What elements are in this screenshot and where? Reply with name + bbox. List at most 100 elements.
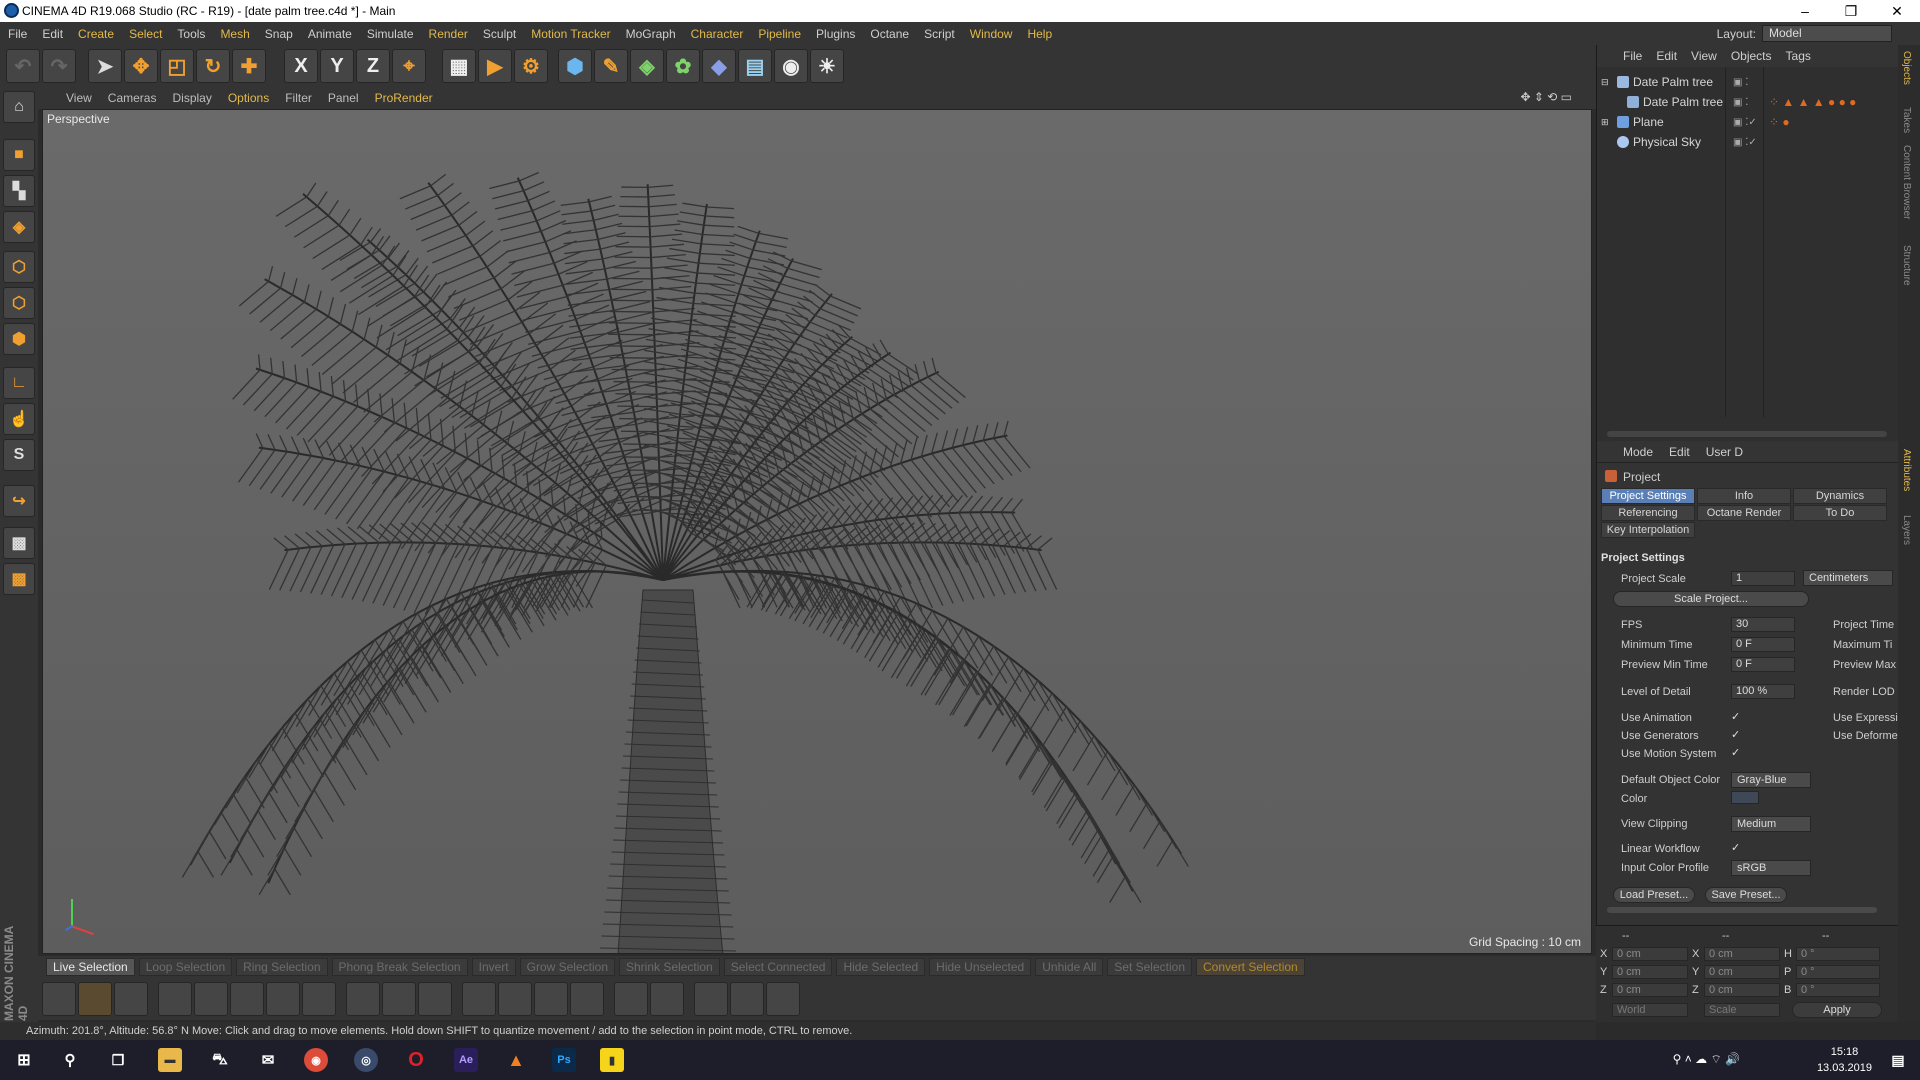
rotate-tool-icon[interactable]: ↻: [196, 49, 230, 83]
minimize-button[interactable]: –: [1782, 0, 1828, 22]
visibility-toggle-icon[interactable]: ▣ ⁚: [1733, 97, 1748, 108]
bevel-tool-icon[interactable]: [302, 982, 336, 1016]
tab-to-do[interactable]: To Do: [1793, 505, 1887, 521]
project-scale-unit-dropdown[interactable]: Centimeters: [1803, 570, 1893, 586]
viewport-menu-view[interactable]: View: [66, 91, 92, 105]
texture-mode-icon[interactable]: ▚: [3, 175, 35, 207]
invert-selection-button[interactable]: Invert: [471, 958, 516, 976]
close-hole-icon[interactable]: [418, 982, 452, 1016]
render-picture-viewer-icon[interactable]: ▶: [478, 49, 512, 83]
visibility-toggle-icon[interactable]: ▣ ⁚: [1733, 77, 1748, 88]
dock-tab-layers[interactable]: Layers: [1901, 515, 1912, 545]
visibility-toggle-icon[interactable]: ▣ ⁚✓: [1733, 137, 1757, 148]
opera-icon[interactable]: O: [404, 1048, 428, 1072]
dissolve-tool-icon[interactable]: [650, 982, 684, 1016]
move-tool-icon[interactable]: ✥: [124, 49, 158, 83]
quantize-icon[interactable]: ↪: [3, 485, 35, 517]
minimum-time-field[interactable]: 0 F: [1731, 637, 1795, 652]
objects-menu-edit[interactable]: Edit: [1656, 49, 1677, 63]
position-z-field[interactable]: 0 cm: [1612, 983, 1688, 997]
tab-dynamics[interactable]: Dynamics: [1793, 488, 1887, 504]
attr-menu-edit[interactable]: Edit: [1669, 445, 1690, 459]
render-view-icon[interactable]: ▦: [442, 49, 476, 83]
use-generators-checkbox[interactable]: ✓: [1731, 730, 1742, 741]
stitch-sew-icon[interactable]: [570, 982, 604, 1016]
menu-motion-tracker[interactable]: Motion Tracker: [531, 27, 610, 41]
tab-project-settings[interactable]: Project Settings: [1601, 488, 1695, 504]
z-axis-lock-button[interactable]: Z: [356, 49, 390, 83]
lock-workplane-icon[interactable]: ▩: [3, 527, 35, 559]
objects-menu-objects[interactable]: Objects: [1731, 49, 1772, 63]
rotation-p-field[interactable]: 0 °: [1796, 965, 1880, 979]
load-preset-button[interactable]: Load Preset...: [1613, 887, 1695, 903]
after-effects-icon[interactable]: Ae: [454, 1048, 478, 1072]
menu-script[interactable]: Script: [924, 27, 955, 41]
polygon-pen-icon[interactable]: [382, 982, 416, 1016]
default-object-color-dropdown[interactable]: Gray-Blue: [1731, 772, 1811, 788]
subdivision-generator-icon[interactable]: ◈: [630, 49, 664, 83]
size-x-field[interactable]: 0 cm: [1704, 947, 1780, 961]
expand-icon[interactable]: ⊞: [1601, 117, 1609, 128]
object-row[interactable]: Date Palm tree ▣ ⁚ ⁘ ▲ ▲ ▲ ● ● ●: [1597, 92, 1899, 112]
camera-icon[interactable]: ◉: [774, 49, 808, 83]
make-editable-icon[interactable]: ⌂: [3, 91, 35, 123]
apply-button[interactable]: Apply: [1792, 1002, 1882, 1018]
menu-mograph[interactable]: MoGraph: [626, 27, 676, 41]
view-clipping-dropdown[interactable]: Medium: [1731, 816, 1811, 832]
convert-selection-button[interactable]: Convert Selection: [1196, 958, 1305, 976]
task-view-icon[interactable]: ❐: [106, 1048, 130, 1072]
dock-tab-attributes[interactable]: Attributes: [1901, 449, 1912, 491]
position-x-field[interactable]: 0 cm: [1612, 947, 1688, 961]
objects-menu-view[interactable]: View: [1691, 49, 1717, 63]
fps-field[interactable]: 30: [1731, 617, 1795, 632]
menu-create[interactable]: Create: [78, 27, 114, 41]
system-tray-icons[interactable]: ⚲ ˄ ☁ ⌔ 🔊: [1673, 1052, 1740, 1067]
brush-tool-icon[interactable]: [42, 982, 76, 1016]
dock-tab-content-browser[interactable]: Content Browser: [1901, 145, 1912, 219]
level-of-detail-field[interactable]: 100 %: [1731, 684, 1795, 699]
viewport-menu-options[interactable]: Options: [228, 91, 269, 105]
perspective-viewport[interactable]: Perspective Grid Spacing : 10 cm: [42, 109, 1592, 954]
rotation-b-field[interactable]: 0 °: [1796, 983, 1880, 997]
color-swatch[interactable]: [1731, 791, 1759, 804]
cinema4d-taskbar-icon[interactable]: ◎: [354, 1048, 378, 1072]
redo-icon[interactable]: ↷: [42, 49, 76, 83]
menu-mesh[interactable]: Mesh: [220, 27, 249, 41]
save-preset-button[interactable]: Save Preset...: [1705, 887, 1787, 903]
scale-dropdown[interactable]: Scale: [1704, 1003, 1780, 1017]
line-cut-icon[interactable]: [462, 982, 496, 1016]
visibility-toggle-icon[interactable]: ▣ ⁚✓: [1733, 117, 1757, 128]
viewport-menu-cameras[interactable]: Cameras: [108, 91, 157, 105]
coordinate-system-icon[interactable]: ⌖: [392, 49, 426, 83]
viewport-navigation-icons[interactable]: ✥ ⇕ ⟲ ▭: [1520, 90, 1572, 104]
weld-tool-icon[interactable]: [614, 982, 648, 1016]
menu-snap[interactable]: Snap: [265, 27, 293, 41]
menu-window[interactable]: Window: [970, 27, 1013, 41]
use-animation-checkbox[interactable]: ✓: [1731, 712, 1742, 723]
y-axis-lock-button[interactable]: Y: [320, 49, 354, 83]
optimize-icon[interactable]: [766, 982, 800, 1016]
tab-info[interactable]: Info: [1697, 488, 1791, 504]
position-y-field[interactable]: 0 cm: [1612, 965, 1688, 979]
slide-tool-icon[interactable]: [534, 982, 568, 1016]
set-selection-button[interactable]: Set Selection: [1107, 958, 1192, 976]
unhide-all-button[interactable]: Unhide All: [1035, 958, 1104, 976]
world-dropdown[interactable]: World: [1612, 1003, 1688, 1017]
tab-referencing[interactable]: Referencing: [1601, 505, 1695, 521]
menu-plugins[interactable]: Plugins: [816, 27, 855, 41]
menu-sculpt[interactable]: Sculpt: [483, 27, 516, 41]
extrude-inner-icon[interactable]: [266, 982, 300, 1016]
hide-unselected-button[interactable]: Hide Unselected: [929, 958, 1032, 976]
scale-project-button[interactable]: Scale Project...: [1613, 591, 1809, 607]
menu-pipeline[interactable]: Pipeline: [758, 27, 801, 41]
sticky-notes-icon[interactable]: ▮: [600, 1048, 624, 1072]
input-color-profile-dropdown[interactable]: sRGB: [1731, 860, 1811, 876]
menu-help[interactable]: Help: [1027, 27, 1052, 41]
viewport-menu-panel[interactable]: Panel: [328, 91, 359, 105]
planar-workplane-icon[interactable]: ▩: [3, 563, 35, 595]
hide-selected-button[interactable]: Hide Selected: [836, 958, 926, 976]
add-point-icon[interactable]: [694, 982, 728, 1016]
loop-selection-button[interactable]: Loop Selection: [138, 958, 233, 976]
menu-select[interactable]: Select: [129, 27, 162, 41]
sculpt-pull-icon[interactable]: [78, 982, 112, 1016]
